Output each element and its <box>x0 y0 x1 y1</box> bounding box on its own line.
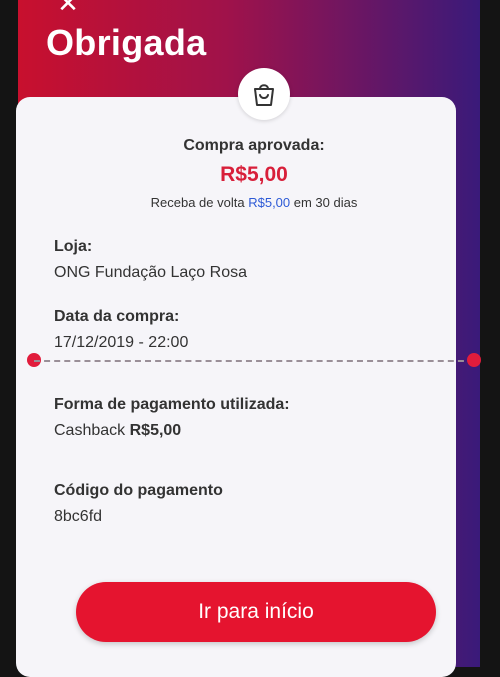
purchase-date-label: Data da compra: <box>54 308 180 325</box>
dashed-divider <box>34 360 474 362</box>
store-section: Loja: ONG Fundação Laço Rosa <box>54 238 247 282</box>
payment-method-label: Forma de pagamento utilizada: <box>54 396 290 413</box>
payment-method-section: Forma de pagamento utilizada: Cashback R… <box>54 396 290 440</box>
cashback-amount: R$5,00 <box>248 195 291 210</box>
payment-method-value: Cashback R$5,00 <box>54 422 290 440</box>
purchase-date-section: Data da compra: 17/12/2019 - 22:00 <box>54 308 188 352</box>
cashback-suffix: em 30 dias <box>293 195 358 210</box>
store-value: ONG Fundação Laço Rosa <box>54 264 247 281</box>
cashback-info: Receba de volta R$5,00 em 30 dias <box>34 195 474 210</box>
purchase-date-value: 17/12/2019 - 22:00 <box>54 334 189 351</box>
approved-amount: R$5,00 <box>220 163 288 186</box>
go-home-button[interactable]: Ir para início <box>76 582 436 642</box>
ticket-notch-right <box>467 353 481 367</box>
close-icon[interactable]: ✕ <box>56 0 80 16</box>
payment-code-value: 8bc6fd <box>54 508 103 525</box>
cashback-prefix: Receba de volta <box>150 195 245 210</box>
page-title: Obrigada <box>46 22 207 63</box>
store-label: Loja: <box>54 238 93 255</box>
payment-method-name: Cashback <box>54 422 126 439</box>
payment-method-amount: R$5,00 <box>129 422 182 439</box>
payment-code-label: Código do pagamento <box>54 482 223 499</box>
approved-label: Compra aprovada: <box>183 137 325 154</box>
payment-code-section: Código do pagamento 8bc6fd <box>54 482 223 526</box>
shopping-bag-icon <box>238 68 290 120</box>
